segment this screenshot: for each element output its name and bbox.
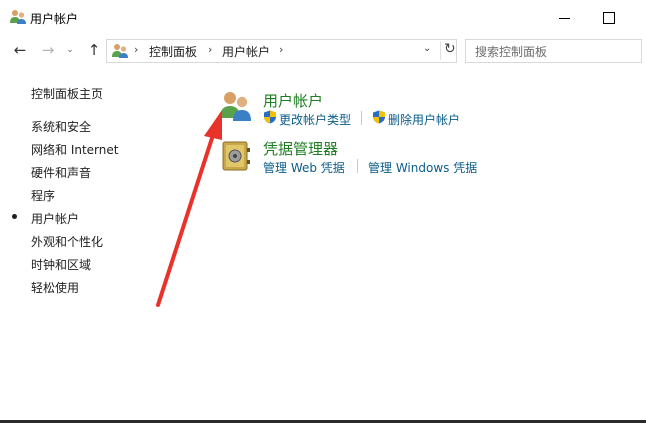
vault-icon[interactable] bbox=[221, 140, 251, 172]
users-icon bbox=[10, 10, 26, 24]
address-bar[interactable]: › 控制面板 › 用户帐户 › ⌄ ↻ bbox=[106, 39, 457, 63]
category-title-credential-manager[interactable]: 凭据管理器 bbox=[263, 138, 338, 159]
arrow-right-icon: → bbox=[41, 41, 55, 59]
back-button[interactable]: ← bbox=[10, 40, 30, 60]
up-button[interactable]: ↑ bbox=[84, 40, 104, 60]
breadcrumb-separator-icon[interactable]: › bbox=[134, 43, 138, 56]
active-bullet-icon bbox=[12, 214, 17, 219]
arrow-up-icon: ↑ bbox=[87, 41, 101, 59]
breadcrumb-user-accounts[interactable]: 用户帐户 bbox=[222, 43, 270, 60]
title-bar: 用户帐户 bbox=[0, 0, 646, 36]
sidebar-item-home[interactable]: 控制面板主页 bbox=[31, 85, 103, 102]
sidebar-item-system-security[interactable]: 系统和安全 bbox=[31, 118, 91, 135]
annotation-arrow-shaft bbox=[156, 130, 216, 307]
refresh-icon[interactable]: ↻ bbox=[440, 41, 456, 60]
sidebar-item-appearance[interactable]: 外观和个性化 bbox=[31, 233, 103, 250]
address-dropdown-icon[interactable]: ⌄ bbox=[423, 43, 431, 54]
sidebar-item-user-accounts[interactable]: 用户帐户 bbox=[31, 210, 79, 227]
window-title: 用户帐户 bbox=[30, 12, 79, 26]
manage-web-credentials-link[interactable]: 管理 Web 凭据 bbox=[263, 159, 345, 176]
task-separator bbox=[357, 159, 358, 173]
annotation-arrow-icon bbox=[156, 110, 222, 307]
sidebar-item-programs[interactable]: 程序 bbox=[31, 187, 55, 204]
uac-shield-icon bbox=[373, 110, 385, 124]
maximize-icon bbox=[603, 12, 615, 24]
category-title-user-accounts[interactable]: 用户帐户 bbox=[263, 90, 323, 111]
delete-user-account-link[interactable]: 删除用户帐户 bbox=[388, 111, 460, 128]
search-placeholder: 搜索控制面板 bbox=[475, 45, 548, 59]
sidebar-item-network[interactable]: 网络和 Internet bbox=[31, 141, 118, 158]
change-account-type-link[interactable]: 更改帐户类型 bbox=[279, 111, 351, 128]
breadcrumb-control-panel[interactable]: 控制面板 bbox=[149, 43, 197, 60]
manage-windows-credentials-link[interactable]: 管理 Windows 凭据 bbox=[368, 159, 477, 176]
sidebar-item-ease-of-access[interactable]: 轻松使用 bbox=[31, 279, 79, 296]
task-separator bbox=[361, 111, 362, 125]
recent-locations-button[interactable]: ⌄ bbox=[60, 40, 80, 60]
chevron-down-icon: ⌄ bbox=[66, 45, 74, 55]
users-icon[interactable] bbox=[218, 90, 254, 122]
minimize-icon bbox=[558, 17, 570, 19]
maximize-button[interactable] bbox=[597, 6, 621, 30]
minimize-button[interactable] bbox=[552, 6, 576, 30]
uac-shield-icon bbox=[264, 110, 276, 124]
arrow-left-icon: ← bbox=[13, 41, 27, 59]
breadcrumb-separator-icon[interactable]: › bbox=[208, 43, 212, 56]
sidebar-item-hardware[interactable]: 硬件和声音 bbox=[31, 164, 91, 181]
sidebar-item-clock-region[interactable]: 时钟和区域 bbox=[31, 256, 91, 273]
users-icon bbox=[112, 44, 128, 58]
forward-button[interactable]: → bbox=[38, 40, 58, 60]
breadcrumb-separator-icon[interactable]: › bbox=[279, 43, 283, 56]
search-input[interactable]: 搜索控制面板 bbox=[465, 39, 642, 63]
